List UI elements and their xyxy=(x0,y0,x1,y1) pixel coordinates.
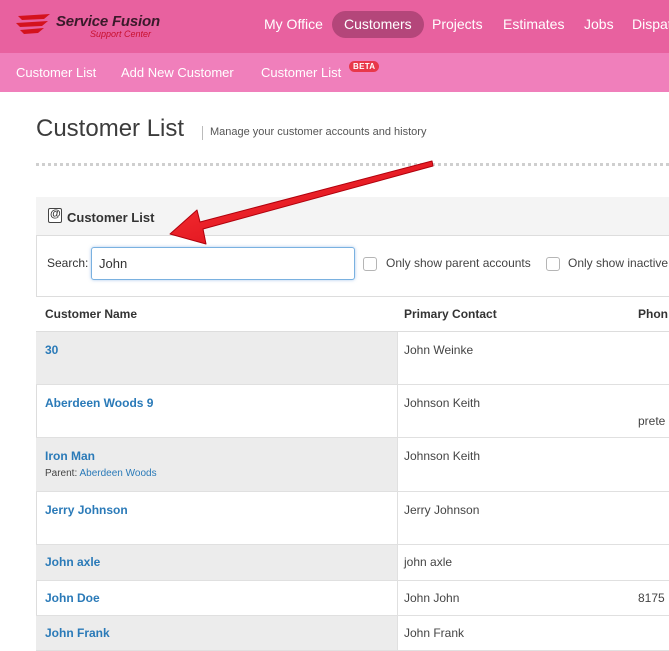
contact-cell xyxy=(397,438,669,491)
page-subtitle: Manage your customer accounts and histor… xyxy=(210,126,427,138)
address-book-icon xyxy=(48,208,62,223)
inactive-checkbox[interactable] xyxy=(546,257,560,271)
table-row: John Frank John Frank xyxy=(36,616,669,651)
name-cell xyxy=(36,385,397,437)
primary-contact: Jerry Johnson xyxy=(404,503,480,517)
subnav-add-new-customer[interactable]: Add New Customer xyxy=(121,65,234,80)
parent-account: Parent: Aberdeen Woods xyxy=(45,468,157,479)
header-dotted-divider xyxy=(36,163,669,166)
nav-projects[interactable]: Projects xyxy=(432,11,483,38)
nav-dispatch[interactable]: Dispat xyxy=(632,11,669,38)
contact-cell xyxy=(397,385,669,437)
primary-contact: John Frank xyxy=(404,626,465,640)
nav-estimates[interactable]: Estimates xyxy=(503,11,564,38)
contact-cell xyxy=(397,492,669,544)
nav-jobs[interactable]: Jobs xyxy=(584,11,614,38)
customer-name-link[interactable]: Aberdeen Woods 9 xyxy=(45,396,153,410)
inactive-label: Only show inactive xyxy=(568,256,669,270)
parent-label: Parent: xyxy=(45,468,78,479)
service-fusion-logo-icon xyxy=(16,14,50,34)
table-row: John axle john axle xyxy=(36,545,669,581)
brand-name: Service Fusion xyxy=(56,13,160,30)
primary-contact: john axle xyxy=(404,555,453,569)
column-header-customer-name[interactable]: Customer Name xyxy=(45,307,137,321)
column-header-primary-contact[interactable]: Primary Contact xyxy=(404,307,497,321)
page-title: Customer List xyxy=(36,115,185,142)
search-label: Search: xyxy=(47,256,89,270)
nav-customers[interactable]: Customers xyxy=(332,11,424,38)
table-row: Jerry Johnson Jerry Johnson xyxy=(36,492,669,545)
customer-name-link[interactable]: 30 xyxy=(45,343,58,357)
subnav-customer-list-beta[interactable]: Customer List xyxy=(261,65,341,80)
primary-contact: Johnson Keith xyxy=(404,396,481,410)
parent-accounts-checkbox[interactable] xyxy=(363,257,377,271)
beta-badge: BETA xyxy=(349,61,380,72)
table-row: Iron Man Parent: Aberdeen Woods Johnson … xyxy=(36,438,669,492)
customer-name-link[interactable]: Jerry Johnson xyxy=(45,503,128,517)
primary-contact: John Weinke xyxy=(404,343,474,357)
contact-cell xyxy=(397,332,669,384)
parent-account-link[interactable]: Aberdeen Woods xyxy=(79,468,156,479)
subnav-customer-list[interactable]: Customer List xyxy=(16,65,96,80)
customer-name-link[interactable]: Iron Man xyxy=(45,449,95,463)
brand-tagline: Support Center xyxy=(90,29,152,39)
name-cell xyxy=(36,438,397,491)
panel-title: Customer List xyxy=(67,210,155,225)
phone-number: prete xyxy=(638,414,666,428)
brand-logo[interactable]: Service Fusion Support Center xyxy=(14,10,174,42)
phone-number: 8175 xyxy=(638,591,665,605)
nav-my-office[interactable]: My Office xyxy=(264,11,323,38)
customer-name-link[interactable]: John Frank xyxy=(45,626,110,640)
title-divider xyxy=(202,126,203,140)
column-header-phone[interactable]: Phon xyxy=(638,307,668,321)
customer-name-link[interactable]: John Doe xyxy=(45,591,100,605)
table-row: John Doe John John 8175 xyxy=(36,581,669,616)
name-cell xyxy=(36,332,397,384)
primary-contact: John John xyxy=(404,591,460,605)
primary-contact: Johnson Keith xyxy=(404,449,481,463)
table-row: 30 John Weinke xyxy=(36,332,669,385)
table-row: Aberdeen Woods 9 Johnson Keith prete xyxy=(36,385,669,438)
search-input[interactable] xyxy=(91,247,355,280)
name-cell xyxy=(36,492,397,544)
customer-name-link[interactable]: John axle xyxy=(45,555,100,569)
parent-accounts-label: Only show parent accounts xyxy=(386,256,531,270)
